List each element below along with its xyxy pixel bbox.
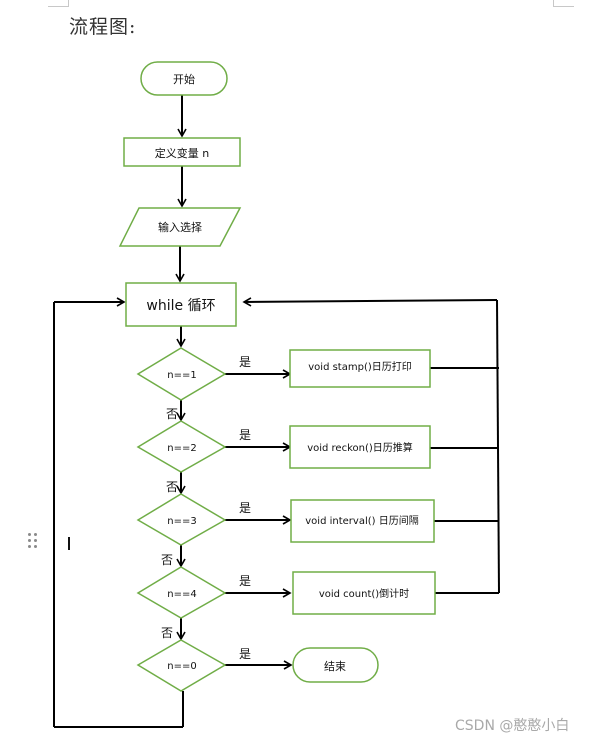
yes-label-0: 是 — [239, 647, 251, 661]
yes-label-2: 是 — [239, 428, 251, 442]
cond1-label: n==1 — [167, 370, 196, 381]
loop-label: while 循环 — [146, 298, 215, 314]
cond3-label: n==3 — [167, 516, 196, 527]
action1-label: void stamp()日历打印 — [308, 360, 412, 373]
no-label-3: 否 — [161, 553, 173, 567]
start-label: 开始 — [173, 72, 195, 86]
watermark: CSDN @憨憨小白 — [455, 718, 570, 734]
drag-handle-icon[interactable] — [28, 533, 38, 553]
yes-label-1: 是 — [239, 355, 251, 369]
action3-label: void interval() 日历间隔 — [305, 514, 418, 527]
cond0-label: n==0 — [167, 661, 196, 672]
cond4-label: n==4 — [167, 589, 196, 600]
flowchart: 开始 定义变量 n 输入选择 while 循环 n==1 n==2 n==3 n… — [53, 61, 500, 728]
return-bus-right — [496, 299, 500, 594]
no-label-4: 否 — [161, 626, 173, 640]
action4-label: void count()倒计时 — [319, 587, 409, 600]
yes-label-4: 是 — [239, 574, 251, 588]
edge-bus-loop — [242, 297, 498, 307]
no-label-1: 否 — [166, 407, 178, 421]
define-label: 定义变量 n — [155, 146, 209, 160]
input-label: 输入选择 — [158, 220, 202, 234]
action2-label: void reckon()日历推算 — [307, 441, 413, 454]
yes-label-3: 是 — [239, 501, 251, 515]
cond2-label: n==2 — [167, 443, 196, 454]
text-cursor — [68, 537, 70, 550]
no-label-2: 否 — [166, 480, 178, 494]
end-label: 结束 — [324, 660, 346, 673]
